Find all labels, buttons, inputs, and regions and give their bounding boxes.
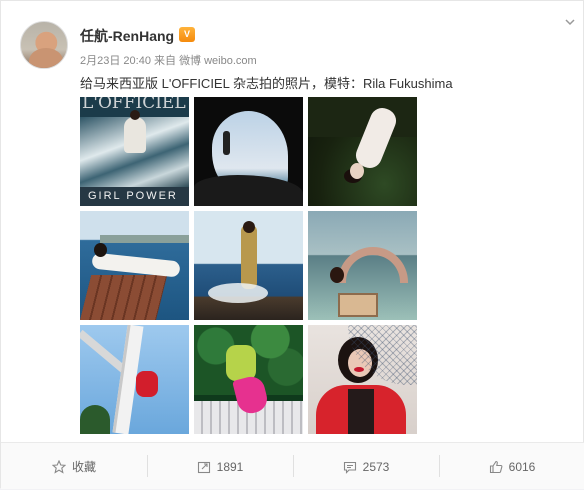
post-text: 给马来西亚版 L'OFFICIEL 杂志拍的照片，模特：Rila Fukushi… [80, 76, 453, 91]
post-source[interactable]: 微博 weibo.com [179, 55, 257, 67]
photo-3-rock [308, 97, 417, 137]
post-timestamp[interactable]: 2月23日 20:40 [80, 55, 151, 67]
avatar[interactable] [20, 21, 68, 69]
magazine-title: L'OFFICIEL [82, 97, 186, 113]
photo-9-lips [354, 367, 364, 372]
photo-5[interactable] [194, 211, 303, 320]
photo-4-figure [91, 252, 181, 278]
favorite-button[interactable]: 收藏 [1, 443, 147, 490]
photo-5-figure [241, 225, 257, 289]
photo-1[interactable]: L'OFFICIEL GIRL POWER [80, 97, 189, 206]
repost-button[interactable]: 1891 [147, 443, 293, 490]
photo-8-figure [226, 345, 256, 381]
photo-5-splash [208, 283, 268, 303]
photo-4[interactable] [80, 211, 189, 320]
comment-icon [343, 461, 356, 474]
photo-1-figure [124, 117, 146, 153]
photo-7-tree [80, 405, 110, 434]
photo-2-figure [223, 131, 230, 155]
photo-5-head [243, 221, 255, 233]
photo-4-shore [100, 235, 189, 243]
photo-6-hair [330, 267, 344, 283]
photo-4-head [94, 243, 107, 257]
like-count: 6016 [508, 459, 536, 474]
photo-6[interactable] [308, 211, 417, 320]
vip-badge[interactable]: V [179, 27, 195, 42]
chevron-down-icon[interactable] [564, 16, 576, 28]
source-prefix: 来自 [154, 55, 176, 67]
weibo-post-card: 任航-RenHang V 2月23日 20:40 来自 微博 weibo.com… [0, 0, 584, 489]
photo-7-figure [136, 371, 158, 397]
photo-4-deck [80, 275, 168, 320]
favorite-label: 收藏 [71, 460, 96, 474]
star-icon [51, 459, 66, 474]
comment-button[interactable]: 2573 [293, 443, 439, 490]
photo-2[interactable] [194, 97, 303, 206]
photo-grid: L'OFFICIEL GIRL POWER [80, 97, 418, 435]
photo-3-face [350, 163, 364, 179]
comment-count: 2573 [362, 459, 390, 474]
post-meta: 2月23日 20:40 来自 微博 weibo.com [80, 52, 257, 68]
like-icon [489, 460, 503, 473]
photo-9[interactable] [308, 325, 417, 434]
repost-icon [197, 461, 210, 473]
photo-9-top [348, 389, 374, 434]
action-bar: 收藏 1891 2573 6016 [1, 442, 584, 489]
magazine-caption: GIRL POWER [88, 190, 178, 202]
like-button[interactable]: 6016 [439, 443, 584, 490]
photo-6-box [338, 293, 378, 317]
repost-count: 1891 [216, 459, 244, 474]
photo-6-figure-arch [338, 247, 408, 283]
username[interactable]: 任航-RenHang [80, 26, 174, 46]
photo-8[interactable] [194, 325, 303, 434]
avatar-figure [29, 48, 63, 68]
photo-7[interactable] [80, 325, 189, 434]
photo-3[interactable] [308, 97, 417, 206]
